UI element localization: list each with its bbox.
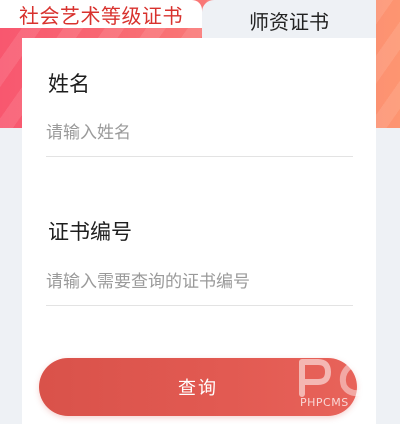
tab-teacher-certificate[interactable]: 师资证书: [202, 0, 376, 40]
certificate-number-input[interactable]: [46, 267, 353, 306]
tab-art-grade-certificate[interactable]: 社会艺术等级证书: [0, 0, 202, 28]
watermark-text: PHPCMS: [300, 396, 349, 409]
tab-label: 社会艺术等级证书: [19, 3, 183, 28]
name-input[interactable]: [46, 118, 353, 157]
query-button-label: 查询: [178, 378, 218, 399]
certificate-number-label: 证书编号: [48, 220, 132, 244]
tab-label: 师资证书: [249, 9, 329, 34]
name-label: 姓名: [48, 72, 90, 96]
